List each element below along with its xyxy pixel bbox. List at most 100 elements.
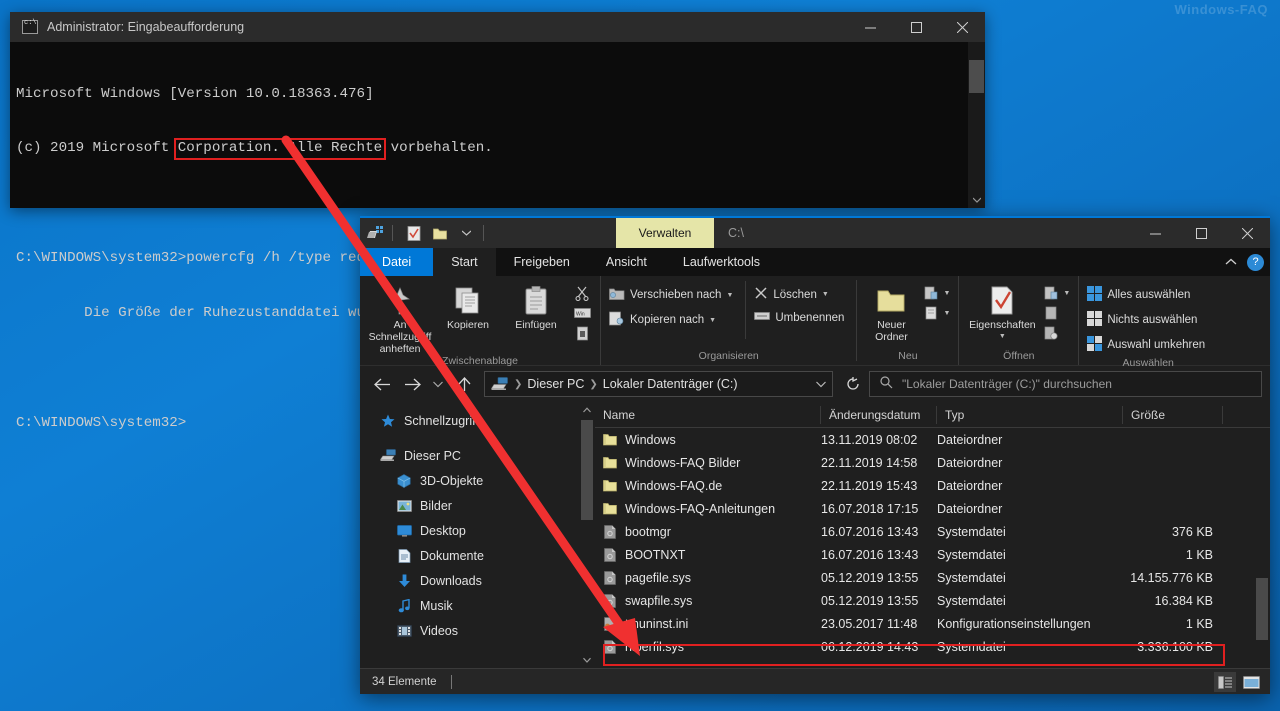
cmd-scroll-thumb[interactable]: [969, 60, 984, 93]
forward-button[interactable]: [398, 370, 426, 398]
table-row[interactable]: BOOTNXT 16.07.2016 13:43 Systemdatei 1 KB: [595, 543, 1270, 566]
ribbon-label: Neuer Ordner: [875, 319, 908, 343]
chevron-down-icon[interactable]: ▼: [943, 290, 950, 297]
file-type-cell: Systemdatei: [937, 524, 1006, 539]
refresh-button[interactable]: [839, 370, 867, 398]
ribbon-button-kopieren-nach[interactable]: Kopieren nach ▼: [607, 308, 739, 332]
history-icon[interactable]: [1041, 324, 1061, 342]
ribbon-button-verschieben-nach[interactable]: Verschieben nach ▼: [607, 283, 739, 307]
sidebar-item-desktop[interactable]: Desktop: [360, 518, 595, 543]
chevron-up-icon[interactable]: [579, 402, 595, 418]
file-date-cell: 16.07.2016 13:43: [821, 524, 919, 539]
ribbon-button-loeschen[interactable]: Löschen ▼: [752, 283, 850, 306]
chevron-down-icon[interactable]: [816, 375, 826, 393]
back-button[interactable]: [368, 370, 396, 398]
chevron-down-icon[interactable]: ▼: [709, 317, 716, 324]
table-row[interactable]: Windows-FAQ.de 22.11.2019 15:43 Dateiordne…: [595, 474, 1270, 497]
explorer-close-button[interactable]: [1224, 218, 1270, 248]
column-header-size[interactable]: Größe: [1123, 405, 1223, 424]
sidebar-item-musik[interactable]: Musik: [360, 593, 595, 618]
sidebar-item-3d-objekte[interactable]: 3D-Objekte: [360, 468, 595, 493]
chevron-down-icon[interactable]: ▼: [1063, 290, 1070, 297]
table-row[interactable]: hiberfil.sys 06.12.2019 14:43 Systemdatei 3…: [595, 635, 1270, 658]
file-list-scroll-thumb[interactable]: [1256, 578, 1268, 640]
sidebar-item-bilder[interactable]: Bilder: [360, 493, 595, 518]
large-icons-view-icon[interactable]: [1240, 672, 1262, 692]
breadcrumb-item-lokaler-datentraeger[interactable]: Lokaler Datenträger (C:): [603, 377, 738, 391]
help-button[interactable]: ?: [1247, 253, 1264, 271]
chevron-down-icon[interactable]: ▼: [822, 291, 829, 298]
svg-text:Win: Win: [576, 312, 585, 318]
cmd-output-area[interactable]: Microsoft Windows [Version 10.0.18363.47…: [10, 42, 985, 431]
sidebar-scrollbar[interactable]: [579, 402, 595, 668]
up-button[interactable]: [450, 370, 478, 398]
sidebar-item-schnellzugriff[interactable]: Schnellzugriff: [360, 408, 595, 433]
ribbon-button-einfuegen[interactable]: Einfügen: [502, 281, 570, 331]
table-row[interactable]: Windows-FAQ Bilder 22.11.2019 14:58 Dateio…: [595, 451, 1270, 474]
table-row[interactable]: tmuninst.ini 23.05.2017 11:48 Konfiguratio…: [595, 612, 1270, 635]
tab-laufwerktools[interactable]: Laufwerktools: [665, 248, 778, 276]
contextual-tab-verwalten[interactable]: Verwalten: [616, 218, 714, 248]
open-icon[interactable]: [1041, 284, 1061, 302]
chevron-down-icon[interactable]: ▼: [943, 310, 950, 317]
copy-path-icon[interactable]: Win: [572, 304, 592, 322]
sidebar-item-dokumente[interactable]: Dokumente: [360, 543, 595, 568]
ribbon-button-neuer-ordner[interactable]: Neuer Ordner: [863, 281, 919, 343]
properties-icon[interactable]: [403, 222, 425, 244]
column-header-type[interactable]: Typ: [937, 405, 1123, 424]
file-list-scrollbar[interactable]: [1254, 428, 1270, 668]
cmd-scrollbar[interactable]: [968, 42, 985, 208]
cmd-minimize-button[interactable]: [847, 12, 893, 42]
search-input[interactable]: "Lokaler Datenträger (C:)" durchsuchen: [869, 371, 1262, 397]
tab-start[interactable]: Start: [433, 248, 496, 276]
ribbon-button-alles-auswaehlen[interactable]: Alles auswählen: [1085, 283, 1211, 307]
edit-icon[interactable]: [1041, 304, 1061, 322]
chevron-down-icon[interactable]: [579, 652, 595, 668]
chevron-down-icon[interactable]: ▼: [726, 292, 733, 299]
table-row[interactable]: Windows 13.11.2019 08:02 Dateiordner: [595, 428, 1270, 451]
table-row[interactable]: bootmgr 16.07.2016 13:43 Systemdatei 376 KB: [595, 520, 1270, 543]
ribbon-button-an-schnellzugriff-anheften[interactable]: An Schnellzugriff anheften: [366, 281, 434, 355]
new-item-icon[interactable]: [921, 284, 941, 302]
chevron-down-icon[interactable]: ▼: [999, 331, 1006, 343]
sidebar-item-videos[interactable]: Videos: [360, 618, 595, 643]
ribbon-button-nichts-auswaehlen[interactable]: Nichts auswählen: [1085, 308, 1211, 332]
column-header-date[interactable]: Änderungsdatum: [821, 405, 937, 424]
breadcrumb-item-dieser-pc[interactable]: Dieser PC: [527, 377, 584, 391]
copy-to-icon: [609, 311, 625, 329]
scissors-icon[interactable]: [572, 284, 592, 302]
cmd-title-bar[interactable]: Administrator: Eingabeaufforderung: [10, 12, 985, 42]
recent-locations-icon[interactable]: [428, 370, 448, 398]
table-row[interactable]: pagefile.sys 05.12.2019 13:55 Systemdatei 1…: [595, 566, 1270, 589]
ribbon-button-eigenschaften[interactable]: Eigenschaften ▼: [965, 281, 1039, 343]
explorer-maximize-button[interactable]: [1178, 218, 1224, 248]
details-view-icon[interactable]: [1214, 672, 1236, 692]
file-type-cell: Systemdatei: [937, 639, 1006, 654]
easy-access-icon[interactable]: [921, 304, 941, 322]
rename-icon: [754, 310, 771, 325]
tab-datei[interactable]: Datei: [360, 248, 434, 276]
folder-explorer-icon[interactable]: [364, 222, 386, 244]
sidebar-item-dieser-pc[interactable]: Dieser PC: [360, 443, 595, 468]
explorer-minimize-button[interactable]: [1132, 218, 1178, 248]
chevron-down-icon[interactable]: [455, 222, 477, 244]
table-row[interactable]: swapfile.sys 05.12.2019 13:55 Systemdatei 1…: [595, 589, 1270, 612]
cmd-maximize-button[interactable]: [893, 12, 939, 42]
column-header-name[interactable]: Name: [595, 405, 821, 424]
chevron-up-icon[interactable]: [1225, 253, 1237, 271]
tab-freigeben[interactable]: Freigeben: [496, 248, 588, 276]
table-row[interactable]: Windows-FAQ-Anleitungen 16.07.2018 17:15 D…: [595, 497, 1270, 520]
file-name-cell: Windows: [595, 432, 821, 447]
cmd-scroll-down-icon[interactable]: [968, 191, 985, 208]
new-folder-icon[interactable]: [429, 222, 451, 244]
tab-ansicht[interactable]: Ansicht: [588, 248, 665, 276]
ribbon-button-umbenennen[interactable]: Umbenennen: [752, 307, 850, 328]
sidebar-scroll-thumb[interactable]: [581, 420, 593, 520]
address-bar[interactable]: ❯ Dieser PC ❯ Lokaler Datenträger (C:): [484, 371, 833, 397]
ribbon-button-kopieren[interactable]: Kopieren: [434, 281, 502, 331]
sidebar-item-downloads[interactable]: Downloads: [360, 568, 595, 593]
music-icon: [396, 598, 412, 614]
paste-shortcut-icon[interactable]: [572, 324, 592, 342]
ribbon-button-auswahl-umkehren[interactable]: Auswahl umkehren: [1085, 333, 1211, 357]
cmd-close-button[interactable]: [939, 12, 985, 42]
